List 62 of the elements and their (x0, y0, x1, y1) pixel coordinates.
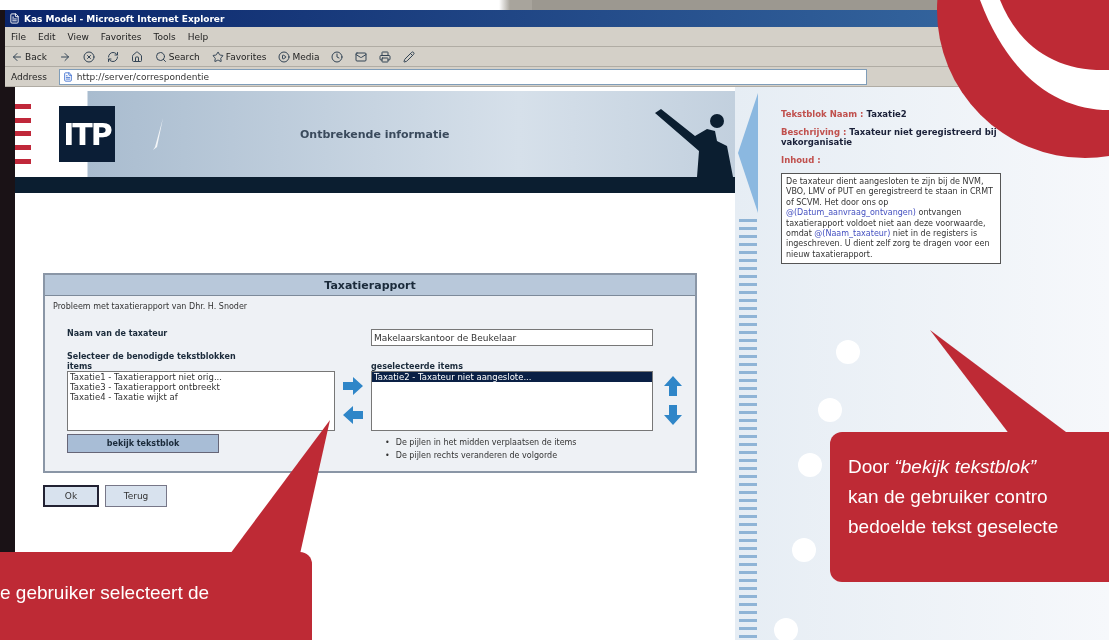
pencil-icon[interactable] (403, 50, 416, 63)
window-title: Kas Model - Microsoft Internet Explorer (24, 13, 225, 24)
detail-description: Beschrijving : Taxateur niet geregistreerd bij vakorganisatie (781, 127, 998, 147)
content-text: De taxateur dient aangesloten te zijn bij de NVM, VBO, LMV of PUT en geregistreerd te staan in CRMT of SCVM. Het door ons op @(Datum_aanvraag_ontvangen) ontvangen taxatierapport voldoet niet aan deze voorwaarde, omdat @(Naam_taxateur) niet in de registers is ingeschreven. U dient zelf zorg te dragen voor een nieuw taxatierapport. (786, 177, 994, 261)
callout-text: bedoelde tekst geselecte (848, 516, 1060, 538)
home-icon[interactable] (130, 50, 143, 63)
list-item[interactable]: Taxatie3 - Taxatierapport ontbreekt (68, 382, 334, 392)
stop-icon[interactable] (82, 50, 95, 63)
address-label: Address (11, 71, 47, 82)
list-item[interactable]: Taxatie2 - Taxateur niet aangeslote... (372, 372, 652, 382)
menu-item[interactable]: Favorites (100, 31, 142, 42)
callout-text: Door “bekijk tekstblok” (848, 456, 1038, 478)
form-button[interactable]: Ok (43, 485, 99, 507)
search-icon (154, 50, 167, 63)
field-label: Naam van de taxateur (67, 329, 169, 338)
refresh-icon[interactable] (106, 50, 119, 63)
form-subtitle: Probleem met taxatierapport van Dhr. H. Snoder (52, 301, 249, 311)
selected-listbox[interactable]: Taxatie2 - Taxateur niet aangeslote... (371, 371, 653, 431)
logo: ITP (59, 106, 115, 162)
bullet: • (385, 450, 390, 461)
input-field[interactable]: Makelaarskantoor de Beukelaar (371, 329, 653, 346)
toolbar-button[interactable]: Search (154, 50, 200, 63)
forward-arrow-icon[interactable] (58, 50, 71, 63)
page-icon (62, 71, 73, 82)
field-label: Selecteer de benodigde tekstblokken (67, 352, 237, 361)
page-icon (9, 13, 20, 24)
list-item[interactable]: Taxatie1 - Taxatierapport niet orig... (68, 372, 334, 382)
form-button[interactable]: Terug (105, 485, 167, 507)
menu-item[interactable]: Edit (38, 31, 56, 42)
callout-text: kan de gebruiker contro (848, 486, 1049, 508)
address-url: http://server/correspondentie (76, 71, 210, 82)
detail-name: Tekstblok Naam : Taxatie2 (781, 109, 908, 119)
up-arrow-icon[interactable] (661, 375, 685, 396)
content-label: Inhoud : (781, 155, 822, 165)
back-arrow-icon (11, 50, 23, 63)
toolbar-button[interactable]: Favorites (211, 50, 267, 63)
menu-item[interactable]: File (11, 31, 27, 42)
toolbar-button[interactable]: Media (278, 50, 320, 63)
left-arrow-icon[interactable] (341, 404, 365, 425)
menu-item[interactable]: Help (187, 31, 209, 42)
note-text: De pijlen in het midden verplaatsen de items (395, 437, 577, 448)
note-text: De pijlen rechts veranderen de volgorde (395, 450, 558, 461)
view-button[interactable]: bekijk tekstblok (67, 434, 219, 453)
down-arrow-icon[interactable] (661, 404, 685, 425)
bullet: • (385, 437, 390, 448)
callout-text: e gebruiker selecteert de (0, 582, 211, 604)
menu-item[interactable]: Tools (153, 31, 176, 42)
list-label: geselecteerde items (371, 362, 464, 371)
printer-icon[interactable] (379, 50, 392, 63)
menu-item[interactable]: View (67, 31, 89, 42)
page-title: Ontbrekende informatie (300, 127, 450, 141)
toolbar-button[interactable]: Back (11, 50, 47, 63)
items-listbox[interactable]: Taxatie1 - Taxatierapport niet orig... Taxatie3 - Taxatierapport ontbreekt Taxatie4 - Taxatie wijkt af (67, 371, 335, 431)
list-item[interactable]: Taxatie4 - Taxatie wijkt af (68, 392, 334, 402)
mail-icon[interactable] (355, 50, 368, 63)
play-icon (278, 50, 291, 63)
list-label: items (67, 362, 94, 371)
star-icon (211, 50, 224, 63)
clock-icon[interactable] (331, 50, 344, 63)
right-arrow-icon[interactable] (341, 375, 365, 396)
form-title: Taxatierapport (45, 275, 695, 296)
address-field[interactable]: http://server/correspondentie (58, 68, 867, 85)
